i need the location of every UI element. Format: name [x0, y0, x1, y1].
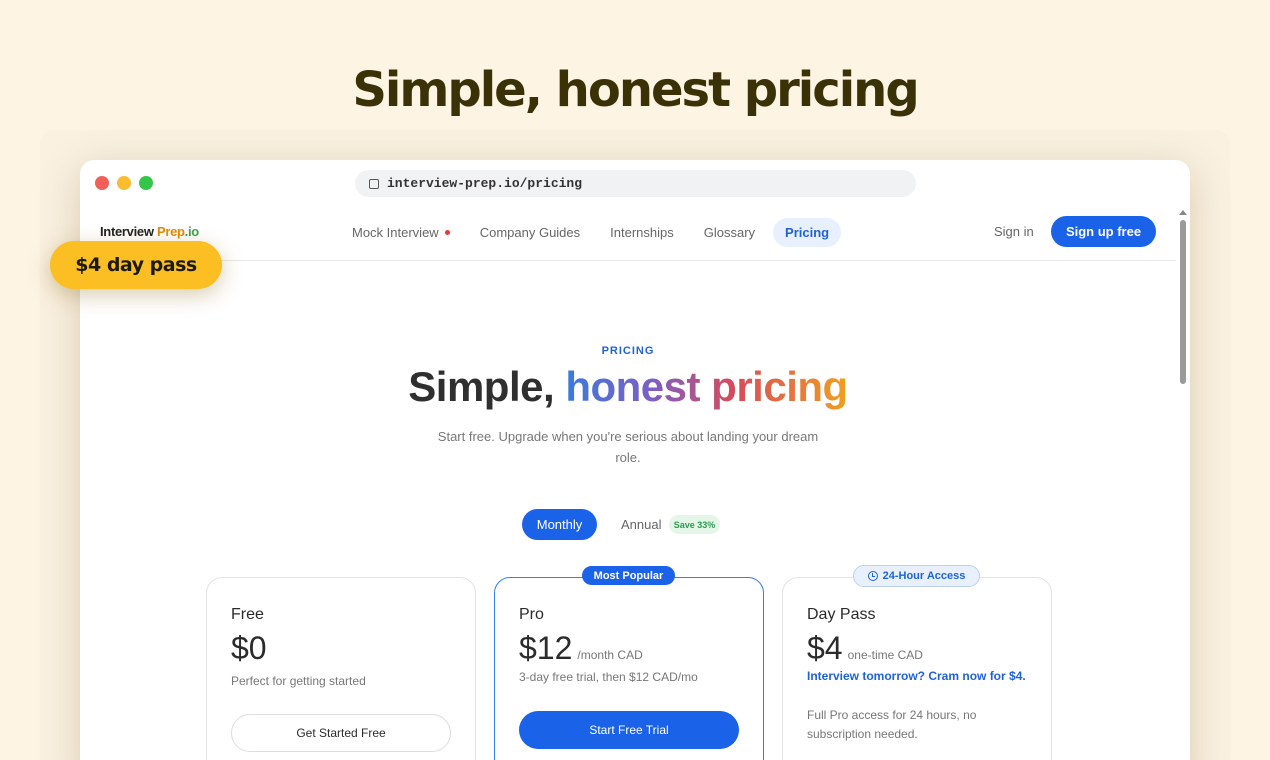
plan-name: Free — [231, 606, 264, 623]
logo-part-io: .io — [184, 224, 200, 239]
minimize-window-button[interactable] — [117, 176, 131, 190]
plan-description: Full Pro access for 24 hours, no subscri… — [807, 708, 977, 741]
plan-highlight: Interview tomorrow? Cram now for $4. — [807, 669, 1026, 683]
save-badge: Save 33% — [669, 515, 720, 534]
clock-icon — [867, 571, 878, 581]
plan-price: $12 — [519, 630, 573, 666]
plan-card-free: Free $0 Perfect for getting started Get … — [206, 577, 476, 760]
hero-title: Simple, honest pricing — [352, 62, 919, 118]
access-badge-label: 24-Hour Access — [882, 570, 966, 582]
pricing-subtitle: Start free. Upgrade when you're serious … — [437, 429, 819, 465]
site-navbar: Interview Prep.io Mock Interview Company… — [80, 206, 1176, 261]
lock-icon — [369, 178, 379, 189]
plan-period: one-time CAD — [847, 648, 923, 662]
plan-price: $4 — [807, 630, 843, 666]
plan-period: /month CAD — [577, 648, 643, 662]
close-window-button[interactable] — [95, 176, 109, 190]
plan-description: 3-day free trial, then $12 CAD/mo — [519, 670, 698, 684]
nav-link-glossary[interactable]: Glossary — [692, 218, 767, 247]
access-badge: 24-Hour Access — [853, 565, 980, 587]
scroll-up-arrow-icon[interactable] — [1179, 210, 1187, 215]
title-plain: Simple, — [408, 363, 566, 410]
title-gradient: honest pricing — [565, 363, 848, 410]
url-text: interview-prep.io/pricing — [387, 176, 583, 191]
plan-price: $0 — [231, 630, 267, 666]
plan-description: Perfect for getting started — [231, 674, 366, 688]
browser-titlebar: interview-prep.io/pricing — [80, 160, 1190, 206]
sign-in-link[interactable]: Sign in — [994, 224, 1034, 239]
plan-name: Pro — [519, 606, 544, 623]
most-popular-badge: Most Popular — [582, 566, 675, 585]
billing-toggle-annual[interactable]: Annual — [621, 517, 661, 532]
page-scrollbar[interactable] — [1176, 206, 1190, 760]
section-label: PRICING — [601, 345, 655, 357]
price-row: $4 one-time CAD — [807, 630, 923, 667]
browser-window: interview-prep.io/pricing Interview Prep… — [80, 160, 1190, 760]
notification-dot-icon — [444, 230, 450, 235]
logo-part-prep: Prep — [156, 224, 185, 239]
start-free-trial-button[interactable]: Start Free Trial — [519, 711, 739, 749]
get-started-free-button[interactable]: Get Started Free — [231, 714, 451, 752]
maximize-window-button[interactable] — [139, 176, 153, 190]
nav-link-mock-interview[interactable]: Mock Interview — [340, 218, 462, 247]
price-row: $12 /month CAD — [519, 630, 643, 667]
nav-link-company-guides[interactable]: Company Guides — [468, 218, 592, 247]
plan-name: Day Pass — [807, 606, 876, 623]
sign-up-button[interactable]: Sign up free — [1051, 216, 1156, 247]
pricing-title: Simple, honest pricing — [80, 363, 1176, 411]
nav-link-pricing[interactable]: Pricing — [773, 218, 842, 247]
billing-toggle-monthly[interactable]: Monthly — [522, 509, 597, 540]
nav-link-internships[interactable]: Internships — [598, 218, 686, 247]
scrollbar-thumb[interactable] — [1180, 220, 1186, 384]
logo-part-interview: Interview — [100, 224, 157, 239]
plan-card-pro: Pro $12 /month CAD 3-day free trial, the… — [494, 577, 764, 760]
site-logo[interactable]: Interview Prep.io — [100, 224, 199, 239]
address-bar[interactable]: interview-prep.io/pricing — [355, 170, 916, 197]
day-pass-promo-badge: $4 day pass — [50, 241, 222, 289]
nav-links: Mock Interview Company Guides Internship… — [340, 217, 842, 248]
nav-link-label: Mock Interview — [352, 225, 439, 240]
plan-card-day-pass: Day Pass $4 one-time CAD Interview tomor… — [782, 577, 1052, 760]
price-row: $0 — [231, 630, 267, 667]
